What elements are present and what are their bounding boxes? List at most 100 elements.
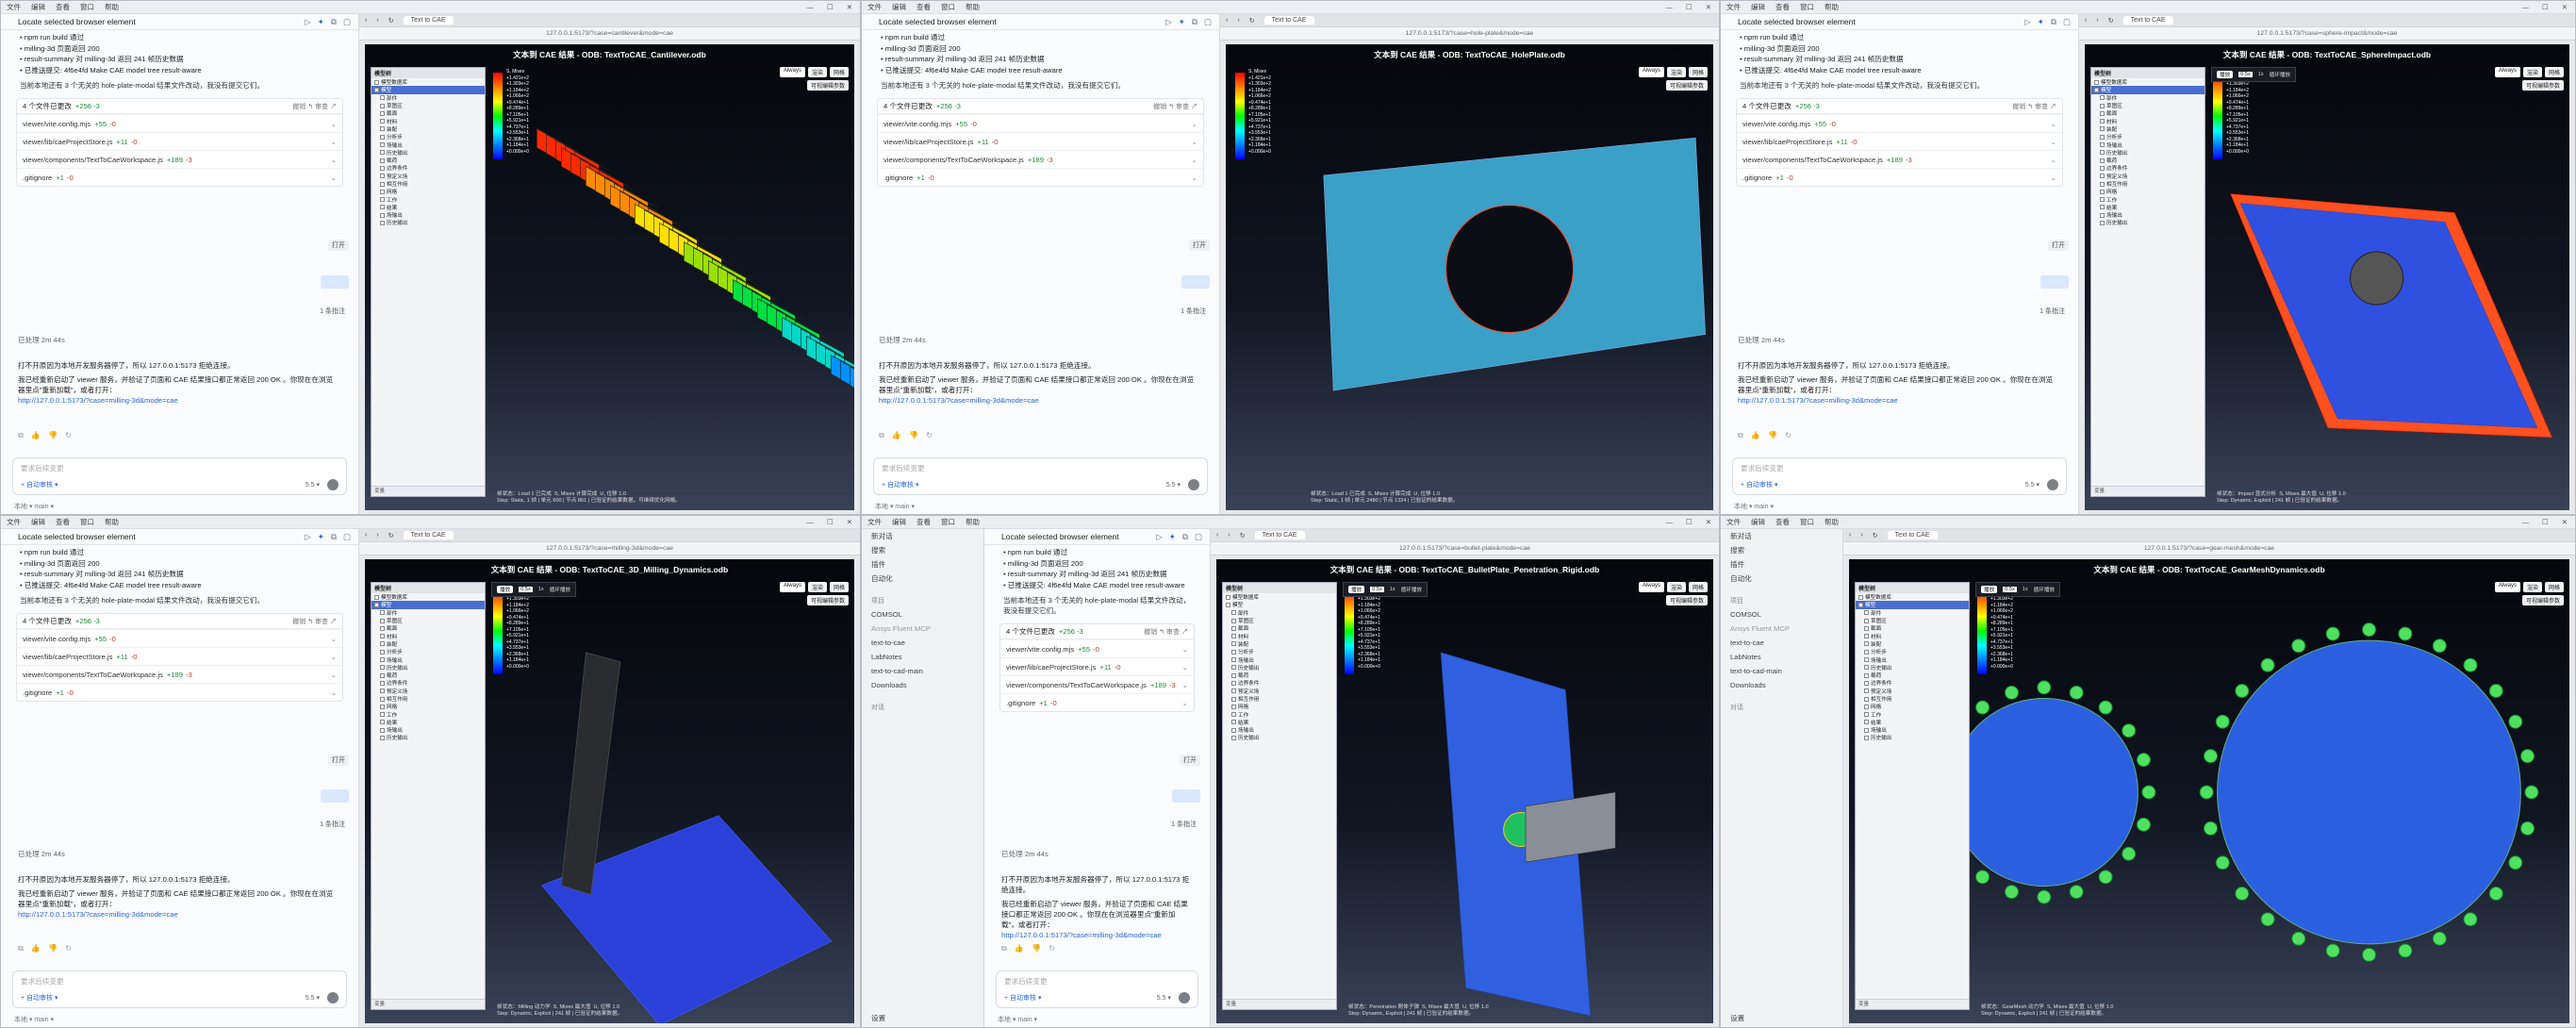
model-select[interactable]: 5.5 ▾	[305, 994, 320, 1002]
menu-item[interactable]: 帮助	[966, 2, 980, 12]
chat-input[interactable]: 要求后续变更 + 自动审核 ▾ 5.5 ▾	[996, 970, 1198, 1008]
title-icon[interactable]: ▷	[305, 532, 311, 542]
play-button[interactable]: 播放	[1981, 586, 1998, 593]
tree-expand-icon[interactable]	[380, 142, 385, 148]
view-mode-button[interactable]: 渲染	[1666, 67, 1686, 77]
model-tree-item[interactable]: 模型数据库	[372, 593, 485, 601]
browser-tab[interactable]: Text to CAE	[1263, 16, 1314, 25]
model-tree-item[interactable]: 历史输出	[1223, 664, 1336, 672]
tree-expand-icon[interactable]	[2100, 119, 2105, 124]
auto-review-toggle[interactable]: + 自动审核 ▾	[1004, 993, 1042, 1003]
menu-item[interactable]: 文件	[7, 517, 21, 527]
play-button[interactable]: 播放	[497, 586, 514, 593]
model-tree-item[interactable]: 场输出	[1223, 655, 1336, 664]
model-tree-item[interactable]: 预定义场	[2091, 173, 2204, 180]
tree-expand-icon[interactable]	[1864, 688, 1869, 694]
project-item[interactable]: Downloads	[1721, 678, 1842, 692]
tree-expand-icon[interactable]	[2094, 87, 2099, 92]
tree-expand-icon[interactable]	[380, 220, 385, 225]
menu-item[interactable]: 查看	[916, 517, 931, 527]
speed-1x-button[interactable]: 1x	[1390, 587, 1395, 592]
menu-item[interactable]: 查看	[1775, 2, 1790, 12]
sidebar-item[interactable]: 新对话	[1721, 529, 1842, 543]
browser-tab[interactable]: Text to CAE	[1887, 531, 1938, 539]
model-tree-item[interactable]: 预定义场	[1856, 688, 1969, 695]
model-tree-item[interactable]: 模型数据库	[372, 78, 485, 86]
title-icon[interactable]: ✦	[1169, 532, 1176, 542]
expand-chevron-icon[interactable]: ⌄	[1192, 120, 1197, 128]
model-tree-item[interactable]: 模型	[1223, 601, 1336, 608]
project-item[interactable]: Ansys Fluent MCP	[1721, 622, 1842, 636]
tree-expand-icon[interactable]	[2100, 142, 2105, 148]
tree-expand-icon[interactable]	[2100, 150, 2105, 156]
edit-parameters-button[interactable]: 可视编辑参数	[806, 595, 849, 605]
model-select[interactable]: 5.5 ▾	[305, 481, 320, 489]
sidebar-item[interactable]: 插件	[862, 557, 983, 572]
case-link[interactable]: http://127.0.0.1:5173/?case=milling-3d&m…	[18, 395, 339, 406]
open-button[interactable]: 打开	[1189, 240, 1210, 252]
menu-item[interactable]: 查看	[916, 2, 931, 12]
expand-chevron-icon[interactable]: ⌄	[2051, 120, 2056, 128]
model-tree-item[interactable]: 模型	[372, 601, 485, 609]
model-tree-item[interactable]: 分析步	[372, 133, 485, 141]
model-tree-item[interactable]: 分析步	[372, 648, 485, 655]
tree-expand-icon[interactable]	[1858, 602, 1863, 607]
model-tree-item[interactable]: 历史输出	[372, 149, 485, 157]
model-tree-item[interactable]: 场输出	[2091, 211, 2204, 219]
project-item[interactable]: Ansys Fluent MCP	[862, 622, 983, 636]
speed-1x-button[interactable]: 1x	[2023, 587, 2028, 592]
tree-expand-icon[interactable]	[1864, 672, 1869, 678]
tree-expand-icon[interactable]	[2100, 220, 2105, 225]
model-tree-item[interactable]: 结果	[2091, 204, 2204, 211]
browser-tab[interactable]: Text to CAE	[403, 531, 454, 539]
view-mode-button[interactable]: 渲染	[2522, 67, 2542, 77]
tree-expand-icon[interactable]	[380, 610, 385, 616]
tree-expand-icon[interactable]	[2100, 165, 2105, 171]
changed-file-row[interactable]: viewer/components/TextToCaeWorkspace.js +…	[17, 665, 342, 683]
expand-chevron-icon[interactable]: ⌄	[331, 138, 337, 146]
address-bar[interactable]: 127.0.0.1:5173/?case=sphere-impact&mode=…	[2079, 27, 2575, 41]
model-tree-item[interactable]: 部件	[372, 609, 485, 617]
chat-input[interactable]: 要求后续变更 + 自动审核 ▾ 5.5 ▾	[1732, 457, 2067, 495]
window-control-button[interactable]: ☐	[2542, 3, 2549, 11]
tree-expand-icon[interactable]	[2100, 212, 2105, 218]
address-bar[interactable]: 127.0.0.1:5173/?case=cantilever&mode=cae	[359, 27, 860, 41]
title-icon[interactable]: ▢	[343, 532, 351, 542]
window-control-button[interactable]: ☐	[1686, 518, 1693, 526]
tree-expand-icon[interactable]	[380, 205, 385, 210]
title-icon[interactable]: ▷	[1165, 17, 1172, 27]
model-select[interactable]: 5.5 ▾	[2025, 481, 2039, 489]
tree-expand-icon[interactable]	[374, 87, 379, 92]
title-icon[interactable]: ⧉	[331, 532, 337, 542]
model-tree-item[interactable]: 部件	[1856, 609, 1969, 617]
menu-item[interactable]: 编辑	[1751, 2, 1765, 12]
nav-icon[interactable]: ‹	[2085, 17, 2087, 24]
tree-expand-icon[interactable]	[380, 212, 385, 218]
model-tree-item[interactable]: 载荷	[372, 672, 485, 679]
tree-expand-icon[interactable]	[380, 95, 385, 101]
tree-expand-icon[interactable]	[2100, 158, 2105, 163]
model-tree-item[interactable]: 工作	[372, 710, 485, 719]
auto-review-toggle[interactable]: + 自动审核 ▾	[1741, 480, 1778, 489]
view-mode-button[interactable]: 渲染	[807, 67, 827, 77]
model-tree-item[interactable]: 工作	[372, 195, 485, 204]
tree-expand-icon[interactable]	[2100, 205, 2105, 210]
expand-chevron-icon[interactable]: ⌄	[2051, 138, 2056, 146]
tree-expand-icon[interactable]	[1231, 665, 1236, 671]
changed-file-row[interactable]: viewer/components/TextToCaeWorkspace.js +…	[1000, 675, 1194, 693]
title-icon[interactable]: ⧉	[1192, 17, 1197, 27]
tree-expand-icon[interactable]	[380, 165, 385, 171]
model-tree-item[interactable]: 载荷	[372, 157, 485, 164]
window-control-button[interactable]: —	[1665, 518, 1673, 526]
model-tree-item[interactable]: 场输出	[1856, 655, 1969, 664]
tree-expand-icon[interactable]	[380, 735, 385, 740]
edit-parameters-button[interactable]: 可视编辑参数	[806, 80, 849, 91]
menu-item[interactable]: 编辑	[1751, 517, 1765, 527]
send-button[interactable]	[1188, 479, 1199, 490]
model-tree-item[interactable]: 分析步	[1856, 648, 1969, 655]
view-mode-button[interactable]: 网格	[2544, 582, 2564, 592]
model-tree-item[interactable]: 分析步	[1223, 648, 1336, 655]
project-item[interactable]: Downloads	[862, 678, 983, 692]
model-tree-item[interactable]: 分析步	[2091, 133, 2204, 141]
address-bar[interactable]: 127.0.0.1:5173/?case=hole-plate&mode=cae	[1220, 27, 1719, 41]
